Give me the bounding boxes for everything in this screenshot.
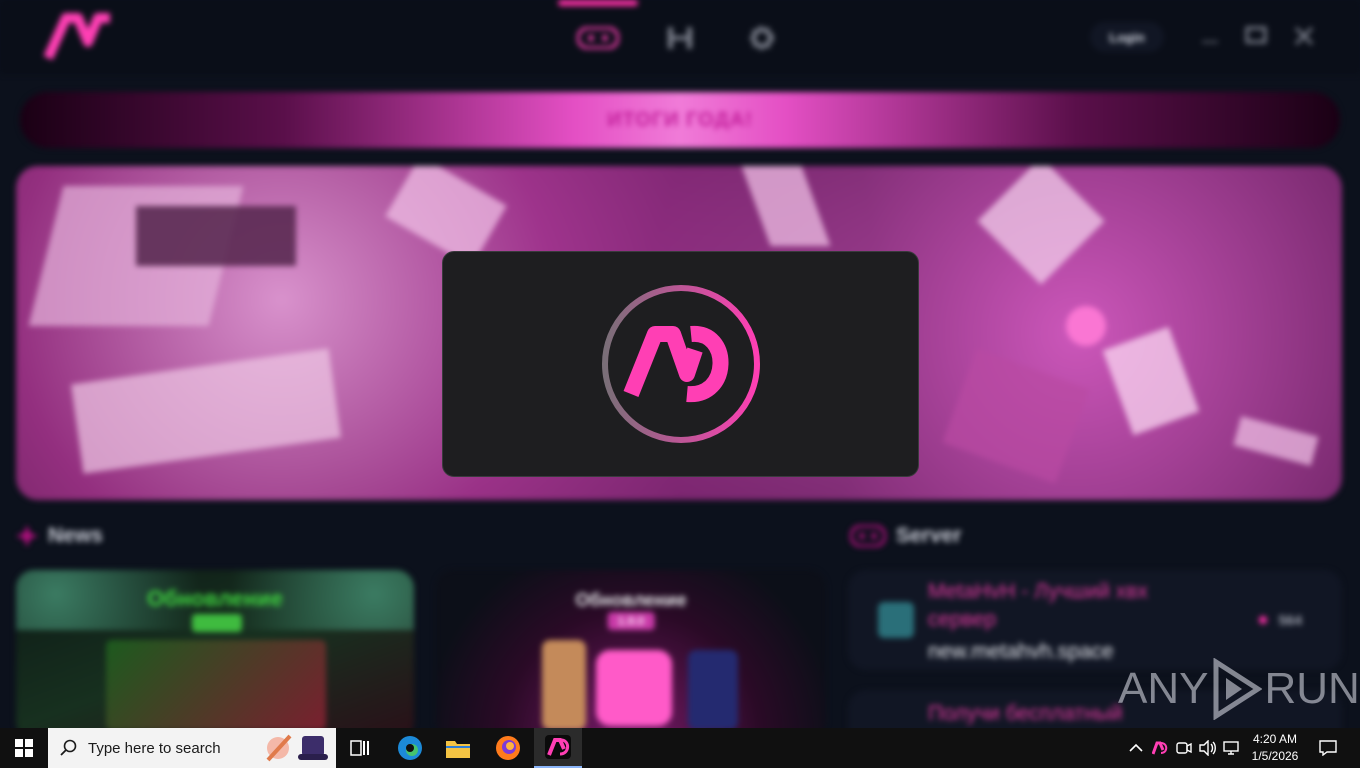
news-card-1[interactable]: Обновление — [16, 570, 414, 728]
sparkle-icon — [16, 525, 38, 547]
tray-network[interactable] — [1222, 738, 1242, 758]
online-dot-icon — [1258, 616, 1267, 624]
server-icon — [878, 602, 914, 638]
close-button[interactable] — [1290, 22, 1318, 50]
banner-text: ИТОГИ ГОДА! — [607, 108, 753, 131]
year-results-banner[interactable]: ИТОГИ ГОДА! — [20, 92, 1340, 148]
tab-settings[interactable] — [740, 20, 784, 56]
close-icon — [1294, 26, 1314, 46]
start-button[interactable] — [0, 728, 48, 768]
tray-launcher[interactable] — [1150, 738, 1170, 758]
server-title: Server — [896, 524, 962, 547]
login-button[interactable]: Login — [1090, 22, 1164, 52]
search-icon — [60, 739, 77, 756]
server-online: 564 — [1258, 612, 1302, 628]
server-name: MetaHvH - Лучший хвх сервер — [928, 580, 1148, 631]
maximize-button[interactable] — [1242, 22, 1270, 50]
notification-icon — [1319, 740, 1337, 756]
news-card-2[interactable]: Обновление 1.9.0 — [436, 570, 826, 728]
news-card-title: Обновление — [147, 586, 283, 611]
clock-time: 4:20 AM — [1252, 732, 1298, 746]
task-view-button[interactable] — [336, 728, 384, 768]
file-explorer-app[interactable] — [434, 728, 482, 768]
clock-date: 1/5/2026 — [1251, 749, 1299, 763]
network-icon — [1223, 741, 1239, 755]
dumbbell-icon — [668, 27, 692, 49]
maximize-icon — [1245, 26, 1267, 44]
launcher-window: Login ИТОГИ ГОДА! News Server Обновление… — [0, 0, 1360, 728]
news-card-version: 1.9.0 — [607, 612, 655, 630]
tray-meet[interactable] — [1174, 738, 1194, 758]
tab-mods[interactable] — [658, 20, 702, 56]
task-view-icon — [350, 740, 369, 756]
server-card-1[interactable]: MetaHvH - Лучший хвх сервер new.metahvh.… — [848, 570, 1342, 670]
loading-dialog — [442, 251, 919, 477]
gamepad-icon — [850, 525, 886, 547]
tab-servers[interactable] — [558, 0, 638, 56]
minimize-icon — [1202, 41, 1218, 43]
tray-volume[interactable] — [1198, 738, 1218, 758]
anyrun-watermark: ANY RUN — [1118, 656, 1360, 722]
server-online-count: 564 — [1278, 612, 1302, 628]
search-placeholder: Type here to search — [88, 739, 221, 757]
gamepad-icon — [577, 27, 619, 49]
play-icon — [1213, 658, 1263, 720]
brand-logo — [44, 13, 110, 61]
firefox-app[interactable] — [484, 728, 532, 768]
launcher-app[interactable] — [534, 728, 582, 768]
taskbar: Type here to search 4:20 AM 1/5/2026 — [0, 728, 1360, 768]
action-center-button[interactable] — [1318, 738, 1338, 758]
gear-icon — [750, 26, 774, 50]
watermark-right: RUN — [1264, 664, 1360, 713]
news-header: News — [16, 518, 103, 554]
server-header: Server — [850, 518, 961, 554]
volume-icon — [1199, 740, 1216, 756]
search-highlight-icon — [266, 734, 328, 762]
news-title: News — [48, 524, 103, 547]
title-bar: Login — [0, 0, 1360, 74]
chevron-up-icon — [1129, 743, 1143, 752]
camera-icon — [1176, 742, 1192, 754]
tray-overflow-button[interactable] — [1126, 738, 1146, 758]
windows-icon — [15, 739, 33, 757]
folder-icon — [446, 741, 470, 758]
taskbar-search[interactable]: Type here to search — [48, 728, 336, 768]
brand-logo — [601, 285, 760, 443]
edge-app[interactable] — [386, 728, 434, 768]
server-address: new.metahvh.space — [928, 640, 1114, 663]
watermark-left: ANY — [1118, 664, 1209, 713]
news-card-title: Обновление — [575, 590, 687, 610]
edge-icon — [398, 736, 422, 760]
taskbar-clock[interactable]: 4:20 AM 1/5/2026 — [1244, 731, 1306, 765]
firefox-icon — [496, 736, 520, 760]
launcher-icon — [545, 735, 571, 759]
launcher-icon — [1152, 741, 1168, 755]
minimize-button[interactable] — [1196, 22, 1224, 50]
